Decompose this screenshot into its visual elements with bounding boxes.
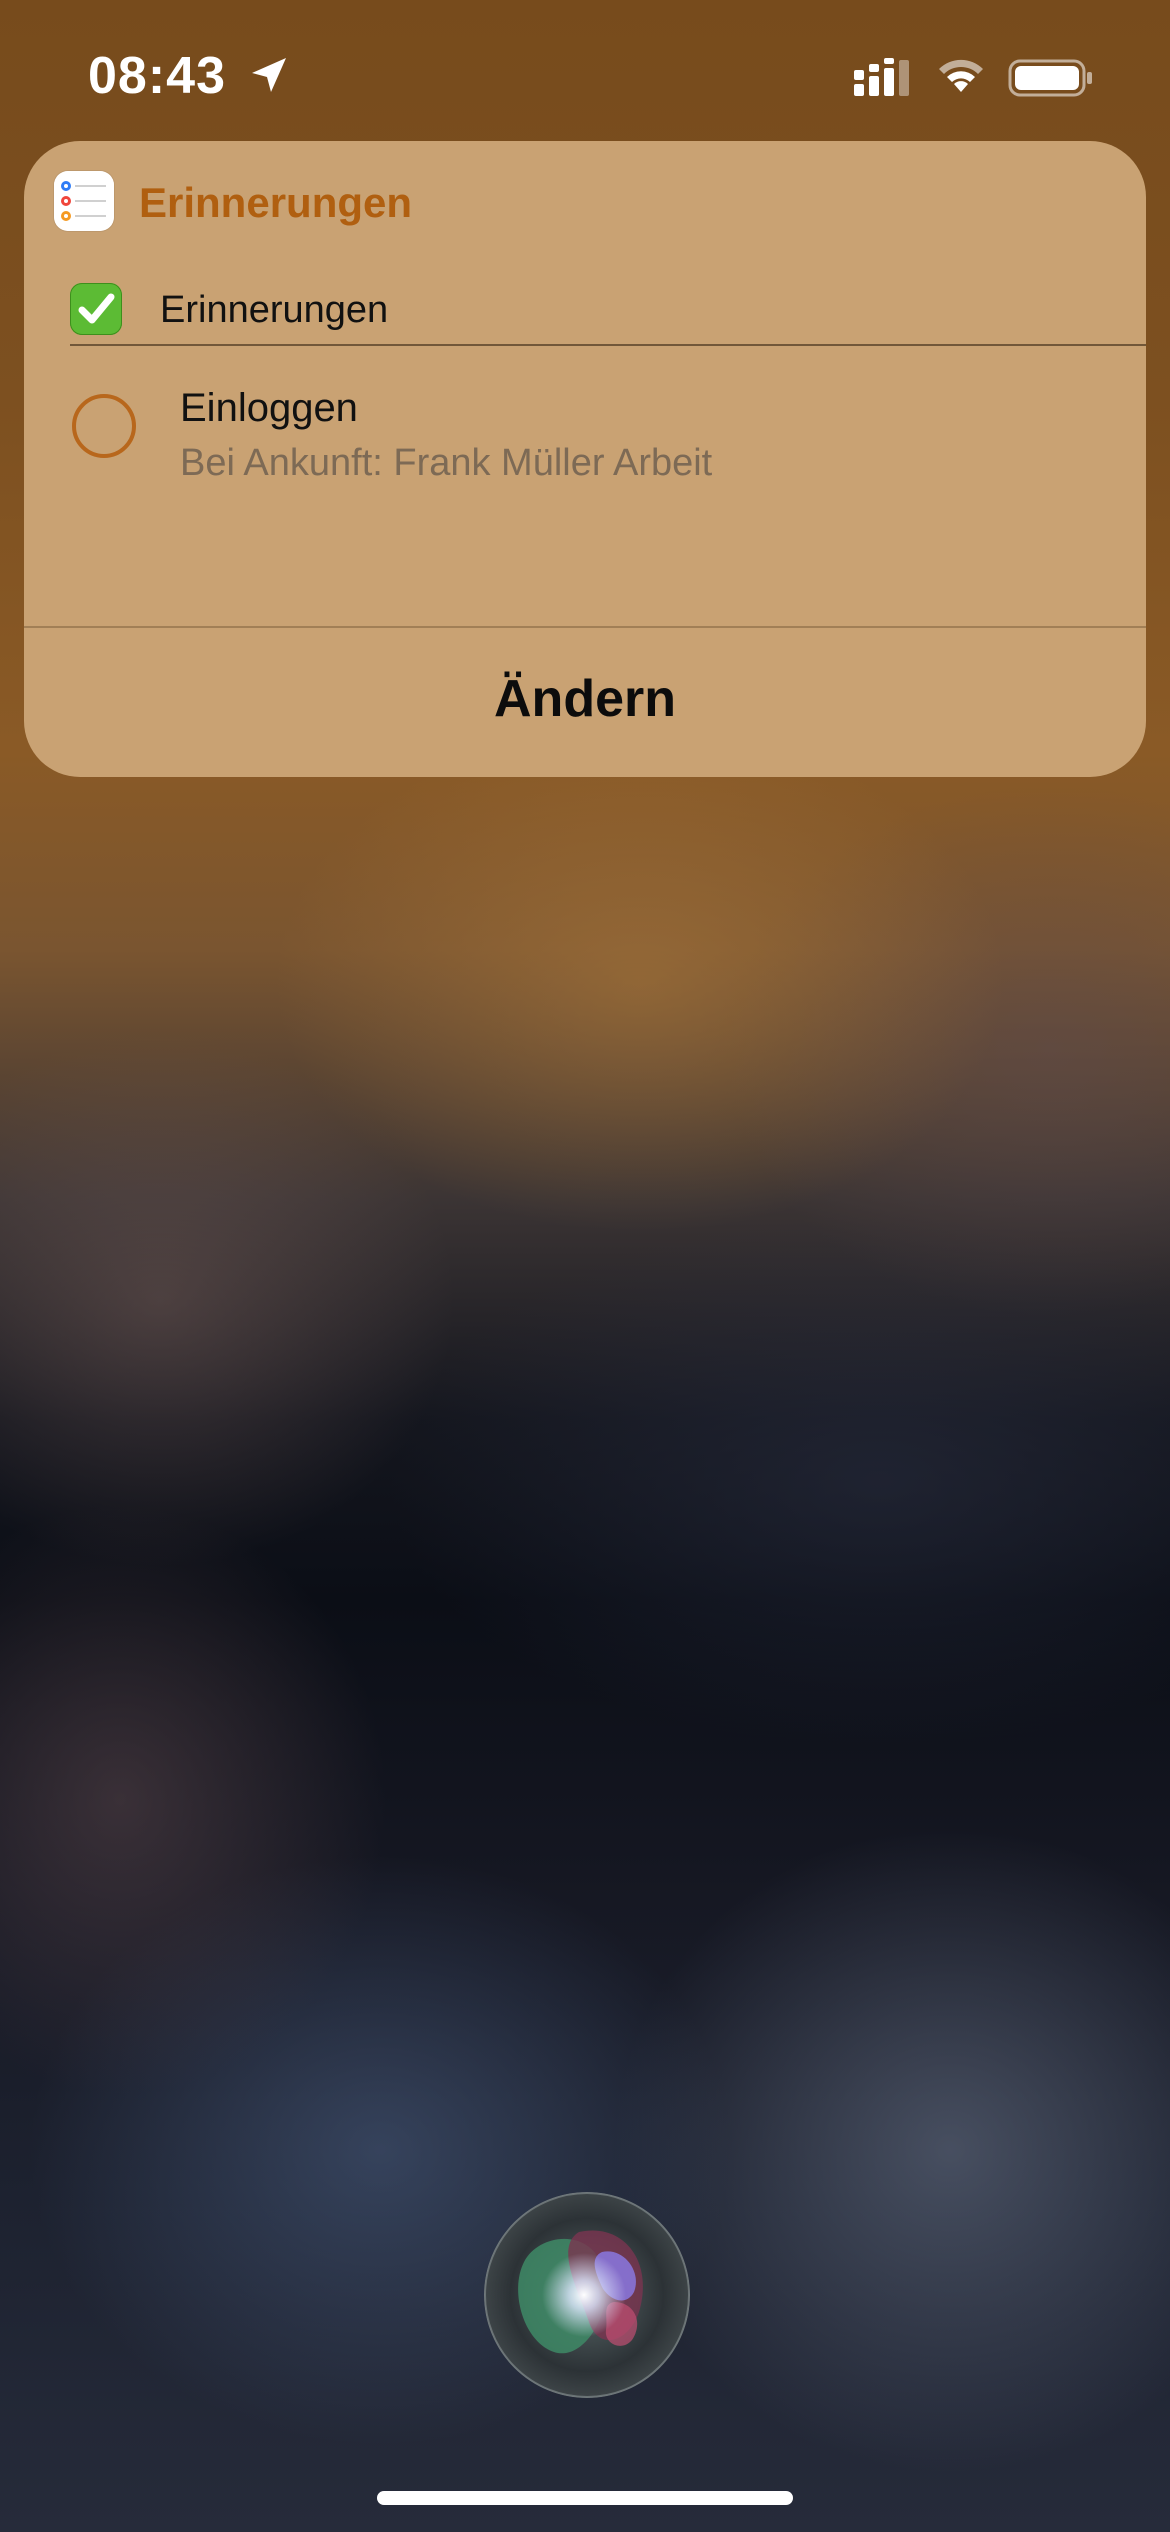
- battery-icon: [1008, 59, 1092, 97]
- location-arrow-icon: [252, 58, 286, 92]
- siri-screen: 08:43 Erinnerungen Erinnerungen Einlogge…: [0, 0, 1170, 2532]
- cellular-signal-icon: [854, 58, 909, 96]
- reminder-location-trigger: Bei Ankunft: Frank Müller Arbeit: [180, 442, 713, 484]
- card-header: Erinnerungen: [24, 141, 1146, 261]
- reminder-title: Einloggen: [180, 386, 358, 430]
- list-name: Erinnerungen: [160, 289, 389, 331]
- check-mark-button-icon: [70, 283, 122, 335]
- reminder-item[interactable]: Einloggen Bei Ankunft: Frank Müller Arbe…: [24, 346, 1146, 506]
- status-time: 08:43: [88, 47, 226, 105]
- edit-button-label: Ändern: [494, 669, 676, 728]
- reminder-complete-toggle[interactable]: [72, 394, 136, 458]
- edit-button[interactable]: Ändern: [24, 628, 1146, 777]
- home-indicator[interactable]: [377, 2491, 793, 2505]
- list-header[interactable]: Erinnerungen: [70, 273, 1146, 345]
- siri-orb-icon[interactable]: [484, 2192, 690, 2398]
- app-title[interactable]: Erinnerungen: [139, 178, 412, 228]
- wifi-icon: [939, 59, 983, 92]
- reminder-card: Erinnerungen Erinnerungen Einloggen Bei …: [24, 141, 1146, 777]
- status-bar: 08:43: [0, 0, 1170, 150]
- reminders-app-icon[interactable]: [54, 171, 114, 231]
